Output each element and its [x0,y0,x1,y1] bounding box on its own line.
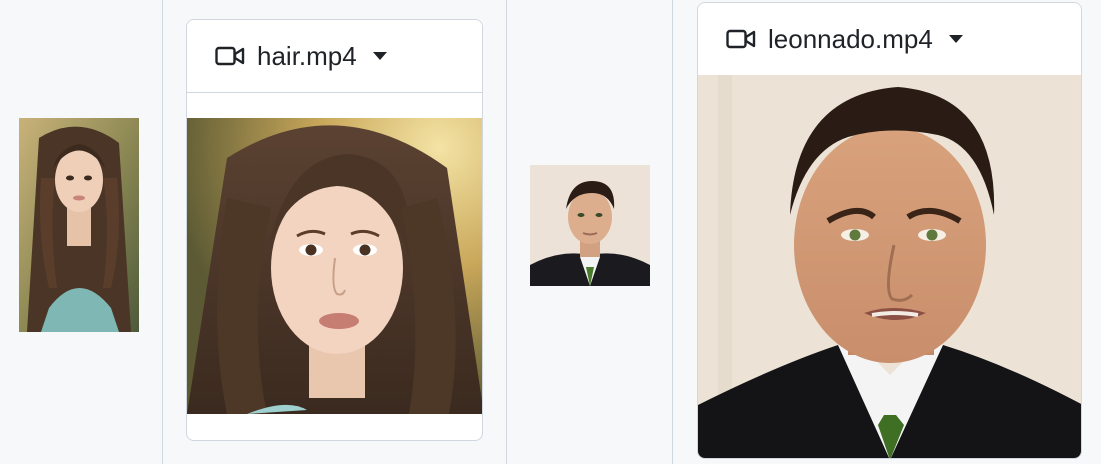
file-name: leonnado.mp4 [768,23,933,54]
video-camera-icon [726,29,756,49]
video-preview[interactable] [698,75,1081,458]
column-divider [162,0,163,464]
video-camera-icon [215,46,245,66]
video-card-header[interactable]: hair.mp4 [187,20,482,93]
column-divider [506,0,507,464]
video-card-header[interactable]: leonnado.mp4 [698,3,1081,76]
video-card-hair: hair.mp4 [186,19,483,441]
file-name: hair.mp4 [257,40,357,71]
video-card-leonnado: leonnado.mp4 [697,2,1082,459]
column-divider [672,0,673,464]
source-image-girl [19,118,139,332]
chevron-down-icon[interactable] [948,35,963,43]
chevron-down-icon[interactable] [372,52,387,60]
source-image-man [530,165,650,286]
video-preview[interactable] [187,118,482,414]
